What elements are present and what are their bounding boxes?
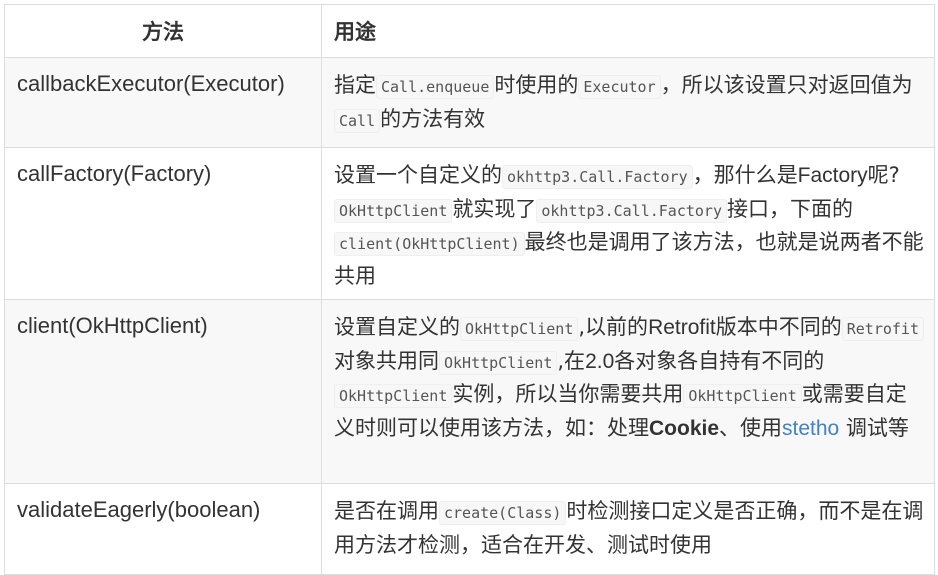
usage-text: 是否在调用 — [334, 499, 439, 523]
column-header-method: 方法 — [4, 4, 322, 58]
method-cell: callFactory(Factory) — [4, 147, 322, 300]
inline-code: OkHttpClient — [439, 350, 558, 375]
usage-text: 实例，所以当你需要共用 — [452, 382, 684, 406]
usage-text: 设置一个自定义的 — [334, 163, 502, 187]
inline-code: okhttp3.Call.Factory — [536, 198, 727, 223]
inline-code: okhttp3.Call.Factory — [502, 165, 693, 189]
usage-text: 各对象各自持有不同的 — [614, 348, 825, 373]
options-table: 方法 用途 callbackExecutor(Executor) 指定 Call.… — [4, 4, 935, 575]
table-row: validateEagerly(boolean) 是否在调用 create(Cla… — [4, 483, 935, 575]
table-row: callbackExecutor(Executor) 指定 Call.enqueu… — [4, 57, 935, 148]
usage-text: 就实现了 — [452, 196, 537, 221]
usage-text: Retrofit — [648, 316, 716, 339]
usage-cell: 指定 Call.enqueue 时使用的 Executor ，所以该设置只对返回值为 Ca… — [321, 57, 935, 148]
inline-code: OkHttpClient — [334, 384, 453, 408]
usage-text: 的方法有效 — [380, 106, 486, 131]
inline-code: OkHttpClient — [683, 384, 802, 408]
usage-text: 接口，下面的 — [727, 196, 853, 221]
usage-text: 、使用 — [719, 415, 783, 440]
usage-text: ，所以该设置只对返回值为 — [660, 73, 913, 97]
inline-code: OkHttpClient — [334, 198, 453, 223]
table-header-row: 方法 用途 — [4, 4, 935, 58]
usage-text: ,在 — [557, 348, 586, 373]
bold-keyword: Cookie — [649, 416, 720, 440]
usage-cell: 设置自定义的 OkHttpClient ,以前的Retrofit版本中不同的 Retr… — [321, 299, 935, 484]
stetho-link[interactable]: stetho — [782, 417, 839, 440]
usage-text: 设置自定义的 — [334, 315, 460, 339]
usage-cell: 是否在调用 create(Class) 时检测接口定义是否正确，而不是在调用方法才检… — [321, 483, 935, 575]
usage-text: 版本中不同的 — [715, 315, 842, 339]
usage-text: 2.0 — [585, 349, 615, 373]
table-row: callFactory(Factory) 设置一个自定义的 okhttp3.Cal… — [4, 147, 935, 300]
inline-code: create(Class) — [439, 501, 567, 525]
inline-code: OkHttpClient — [460, 317, 579, 341]
usage-text: ,以前的 — [578, 315, 649, 339]
inline-code: Call — [334, 108, 381, 133]
usage-text: 呢? — [867, 163, 900, 187]
table-row: client(OkHttpClient) 设置自定义的 OkHttpClient,… — [4, 299, 935, 484]
usage-text: 指定 — [334, 73, 376, 97]
inline-code: Executor — [578, 75, 661, 99]
usage-cell: 设置一个自定义的 okhttp3.Call.Factory ，那什么是Factory… — [321, 147, 935, 300]
usage-text: 对象共用同 — [334, 348, 439, 373]
usage-text: ，那什么是 — [692, 163, 798, 187]
method-cell: client(OkHttpClient) — [4, 299, 322, 484]
column-header-usage: 用途 — [321, 4, 935, 58]
inline-code: Call.enqueue — [376, 75, 495, 99]
inline-code: client(OkHttpClient) — [334, 232, 525, 256]
usage-text: Factory — [797, 164, 868, 187]
usage-text: 调试等 — [839, 415, 909, 440]
method-cell: validateEagerly(boolean) — [4, 483, 322, 575]
inline-code: Retrofit — [841, 317, 924, 341]
method-cell: callbackExecutor(Executor) — [4, 57, 322, 148]
usage-text: 时使用的 — [494, 73, 579, 97]
